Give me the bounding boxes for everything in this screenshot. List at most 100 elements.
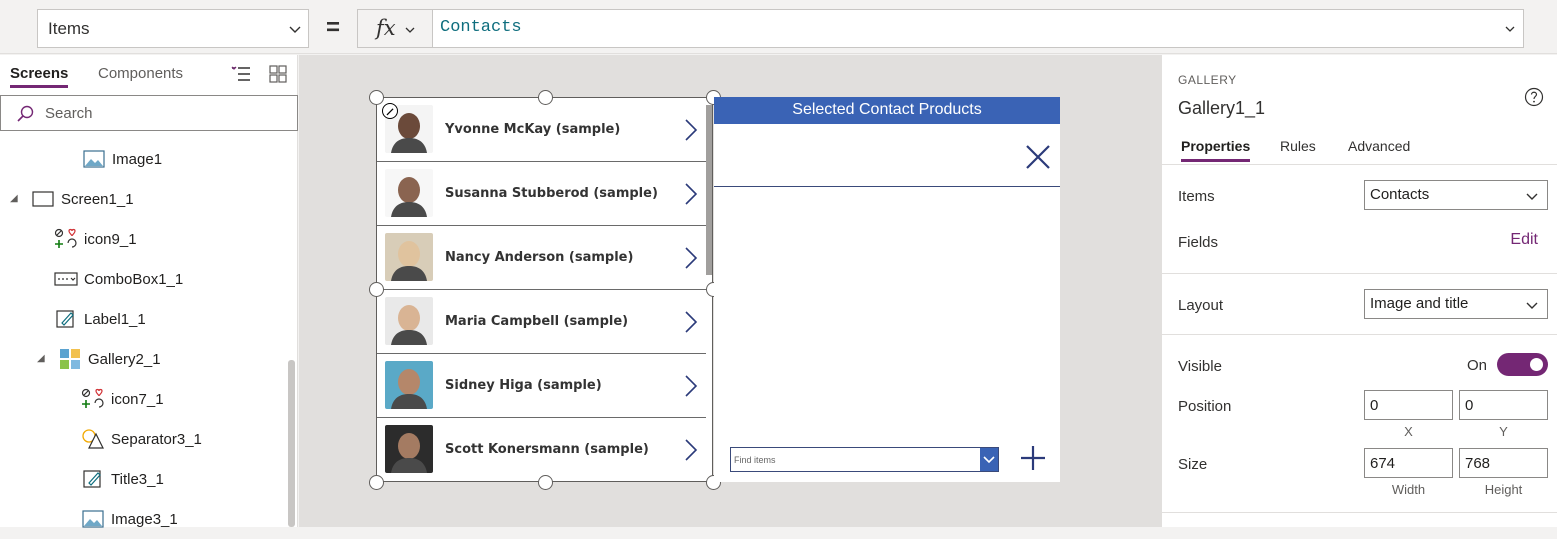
gallery-row[interactable]: Sidney Higa (sample) bbox=[377, 354, 706, 418]
resize-handle-top[interactable] bbox=[538, 90, 553, 105]
visible-toggle[interactable] bbox=[1497, 353, 1548, 376]
layout-dropdown-value: Image and title bbox=[1370, 295, 1469, 312]
formula-input[interactable]: Contacts bbox=[432, 9, 1524, 48]
design-canvas: Yvonne McKay (sample) Susanna Stubberod (… bbox=[299, 55, 1161, 527]
tree-item-label: Screen1_1 bbox=[61, 190, 134, 208]
tree-item-label: icon9_1 bbox=[84, 230, 137, 248]
chevron-right-icon[interactable] bbox=[684, 118, 698, 142]
tree-item-icon7-1[interactable]: icon7_1 bbox=[81, 379, 164, 419]
position-x-input[interactable] bbox=[1364, 390, 1453, 420]
tree-item-label: Image3_1 bbox=[111, 510, 178, 528]
chevron-right-icon[interactable] bbox=[684, 246, 698, 270]
gallery-scrollbar[interactable] bbox=[706, 105, 712, 275]
gallery-row[interactable]: Susanna Stubberod (sample) bbox=[377, 162, 706, 226]
chevron-right-icon[interactable] bbox=[684, 182, 698, 206]
tree-item-screen1-1[interactable]: Screen1_1 bbox=[31, 179, 134, 219]
visible-toggle-state: On bbox=[1467, 357, 1488, 374]
contact-photo bbox=[385, 169, 433, 217]
edit-fields-link[interactable]: Edit bbox=[1510, 231, 1538, 249]
control-type: GALLERY bbox=[1178, 73, 1237, 87]
tab-screens[interactable]: Screens bbox=[10, 65, 69, 88]
contact-photo bbox=[385, 297, 433, 345]
tree-item-icon9-1[interactable]: icon9_1 bbox=[54, 219, 137, 259]
combobox-icon bbox=[54, 268, 78, 290]
resize-handle-top-left[interactable] bbox=[369, 90, 384, 105]
chevron-right-icon[interactable] bbox=[684, 310, 698, 334]
items-label: Items bbox=[1178, 188, 1215, 205]
image-icon bbox=[82, 148, 106, 170]
contact-name: Susanna Stubberod (sample) bbox=[445, 186, 658, 201]
position-y-input[interactable] bbox=[1459, 390, 1548, 420]
tree-item-label: Title3_1 bbox=[111, 470, 164, 488]
help-icon[interactable] bbox=[1524, 87, 1544, 107]
tree-item-image1[interactable]: Image1 bbox=[82, 139, 162, 179]
tree-list-view-icon[interactable] bbox=[231, 64, 251, 84]
gallery-row[interactable]: Yvonne McKay (sample) bbox=[377, 98, 706, 162]
property-selector[interactable]: Items bbox=[37, 9, 309, 48]
tree-item-label: Image1 bbox=[112, 150, 163, 168]
tab-properties[interactable]: Properties bbox=[1181, 138, 1251, 162]
resize-handle-left[interactable] bbox=[369, 282, 384, 297]
resize-handle-bottom[interactable] bbox=[538, 475, 553, 490]
tree-item-combobox1-1[interactable]: ComboBox1_1 bbox=[54, 259, 183, 299]
edit-gallery-template-icon[interactable] bbox=[382, 103, 398, 119]
layout-dropdown[interactable]: Image and title bbox=[1364, 289, 1548, 319]
resize-handle-bottom-left[interactable] bbox=[369, 475, 384, 490]
tab-components[interactable]: Components bbox=[98, 65, 183, 82]
fx-icon: fx bbox=[376, 16, 396, 40]
panel-separator bbox=[714, 186, 1060, 187]
chevron-right-icon[interactable] bbox=[684, 438, 698, 462]
tree-item-image3-1[interactable]: Image3_1 bbox=[81, 499, 178, 539]
gallery-icon bbox=[58, 348, 82, 370]
search-icon bbox=[17, 105, 34, 122]
property-selector-value: Items bbox=[48, 19, 90, 38]
items-dropdown-value: Contacts bbox=[1370, 186, 1430, 203]
tab-rules[interactable]: Rules bbox=[1280, 138, 1316, 154]
tree-item-label1-1[interactable]: Label1_1 bbox=[54, 299, 146, 339]
tab-advanced[interactable]: Advanced bbox=[1348, 138, 1410, 154]
chevron-down-icon bbox=[983, 456, 995, 464]
formula-bar: Items = fx Contacts bbox=[0, 0, 1557, 54]
gallery-row[interactable]: Nancy Anderson (sample) bbox=[377, 226, 706, 290]
expand-formula-icon[interactable] bbox=[1504, 23, 1516, 35]
add-icon[interactable] bbox=[1018, 443, 1048, 473]
items-dropdown[interactable]: Contacts bbox=[1364, 180, 1548, 210]
divider bbox=[1162, 273, 1557, 274]
tree-item-label: Separator3_1 bbox=[111, 430, 202, 448]
contact-photo bbox=[385, 361, 433, 409]
fx-button[interactable]: fx bbox=[357, 9, 433, 48]
toggle-knob bbox=[1530, 358, 1543, 371]
y-caption: Y bbox=[1499, 424, 1508, 439]
tree-tabs: Screens Components bbox=[0, 55, 298, 95]
gallery-row[interactable]: Scott Konersmann (sample) bbox=[377, 418, 706, 481]
tree-search-input[interactable]: Search bbox=[0, 95, 298, 131]
tree-item-title3-1[interactable]: Title3_1 bbox=[81, 459, 164, 499]
equals-sign: = bbox=[326, 14, 341, 41]
contact-name: Scott Konersmann (sample) bbox=[445, 442, 649, 457]
gallery[interactable]: Yvonne McKay (sample) Susanna Stubberod (… bbox=[376, 97, 713, 482]
find-items-combobox[interactable]: Find items bbox=[730, 447, 999, 472]
shapes-icon bbox=[81, 428, 105, 450]
control-name[interactable]: Gallery1_1 bbox=[1178, 98, 1265, 119]
tree-item-gallery2-1[interactable]: Gallery2_1 bbox=[58, 339, 161, 379]
collapse-caret-icon[interactable]: ◢ bbox=[10, 193, 18, 204]
chevron-down-icon bbox=[405, 27, 415, 33]
search-placeholder: Search bbox=[45, 105, 93, 122]
gallery-row[interactable]: Maria Campbell (sample) bbox=[377, 290, 706, 354]
layout-label: Layout bbox=[1178, 297, 1224, 314]
tree-scrollbar[interactable] bbox=[288, 360, 295, 527]
visible-label: Visible bbox=[1178, 358, 1222, 375]
thumbnail-view-icon[interactable] bbox=[268, 64, 288, 84]
collapse-caret-icon[interactable]: ◢ bbox=[37, 353, 45, 364]
chevron-down-icon bbox=[1526, 302, 1538, 309]
formula-text: Contacts bbox=[440, 18, 522, 37]
combobox-dropdown-button[interactable] bbox=[980, 448, 998, 471]
close-icon[interactable] bbox=[1023, 142, 1053, 172]
height-input[interactable] bbox=[1459, 448, 1548, 478]
icons-icon bbox=[81, 388, 105, 410]
tree-item-separator3-1[interactable]: Separator3_1 bbox=[81, 419, 202, 459]
width-input[interactable] bbox=[1364, 448, 1453, 478]
label-icon bbox=[81, 468, 105, 490]
chevron-right-icon[interactable] bbox=[684, 374, 698, 398]
tree-item-label: Label1_1 bbox=[84, 310, 146, 328]
